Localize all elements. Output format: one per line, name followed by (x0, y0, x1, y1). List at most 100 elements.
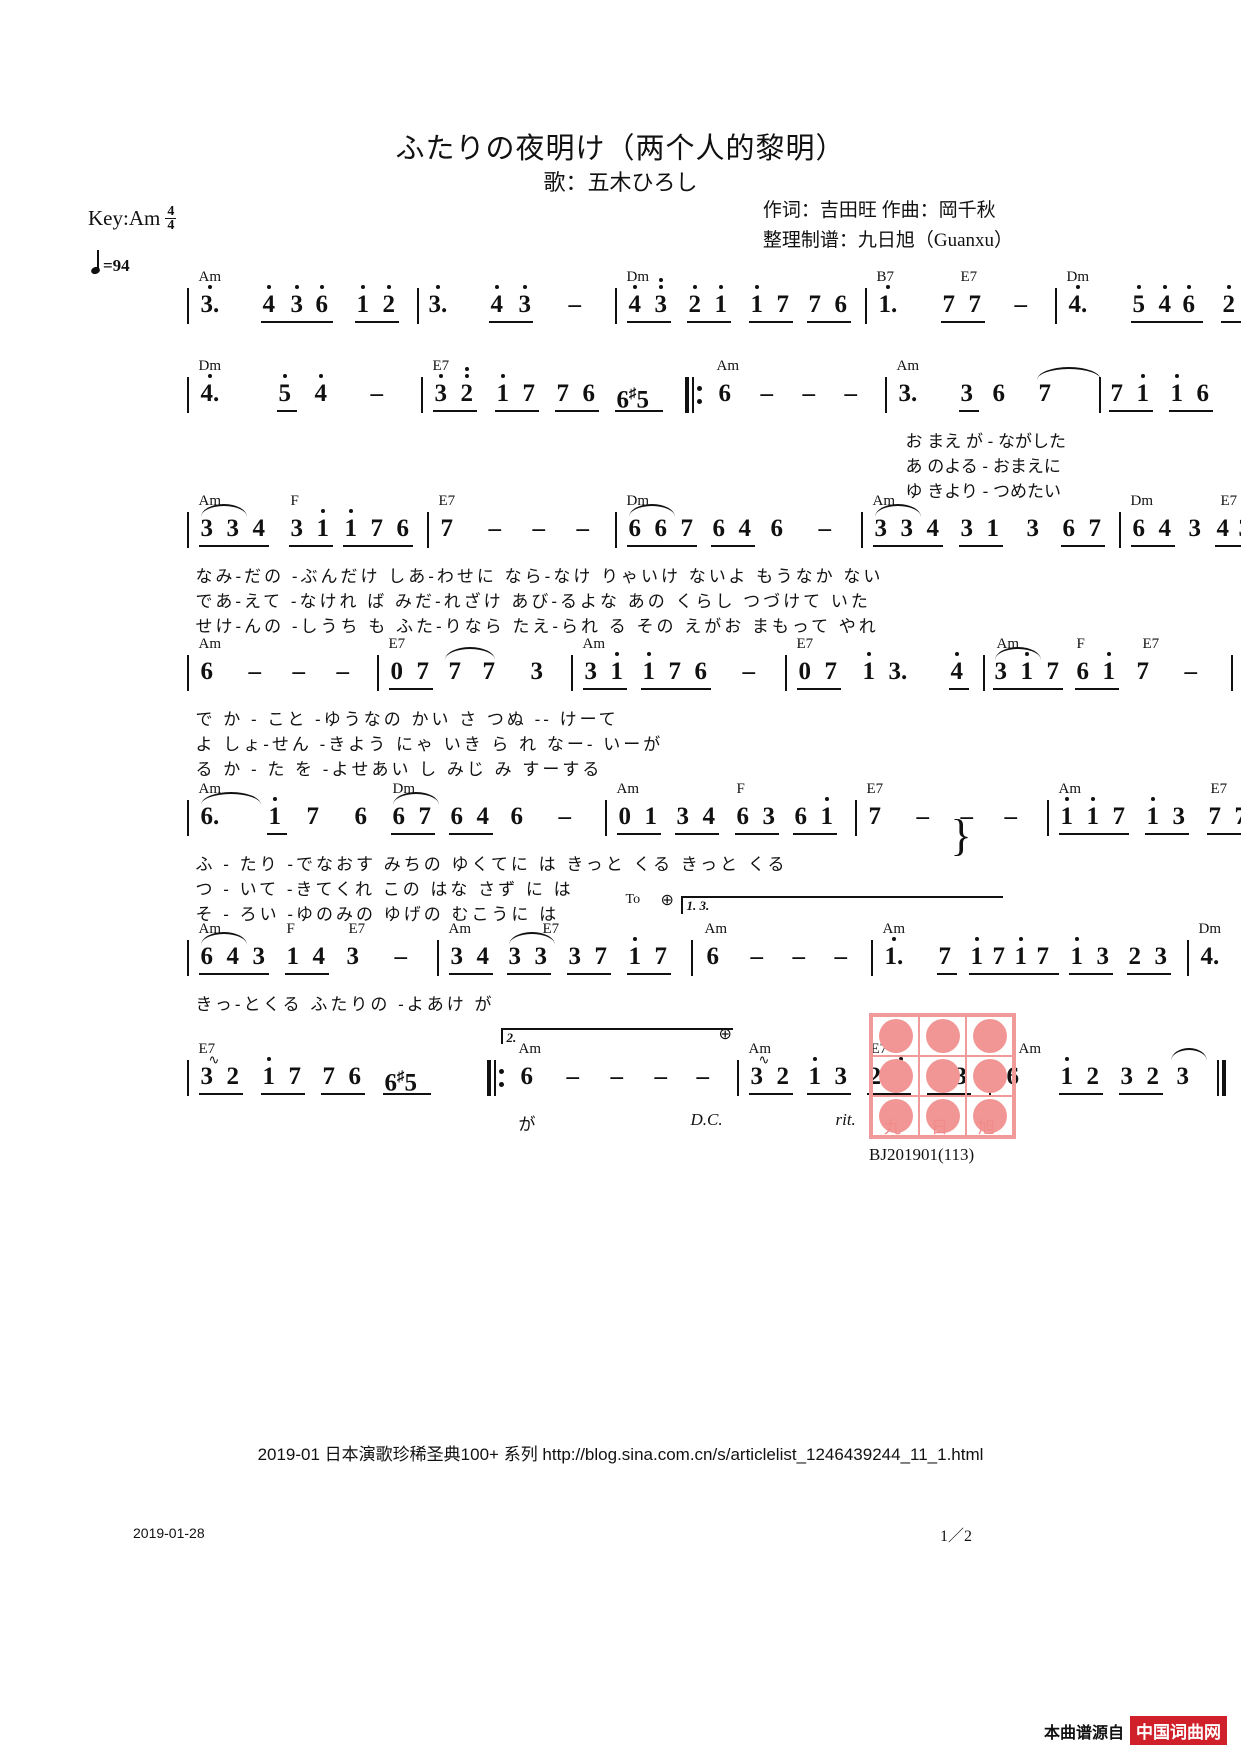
barline (1054, 288, 1057, 324)
chord-symbol: E7 (542, 921, 560, 937)
system-6: To ⊕ 1. 3. To ⊕ Am 6 4 3 F 1 4 E7 3 – Am… (0, 892, 1241, 1015)
chord-symbol: Am (616, 781, 640, 797)
barline (186, 1060, 189, 1096)
seal-cell (919, 1056, 966, 1096)
seal-cell (966, 1056, 1013, 1096)
lyric-row: お まえ が - ながした (171, 427, 1071, 452)
chord-symbol: E7 (388, 636, 406, 652)
system-3: Am 3 3 4 F 3 1 1 7 6 E7 7 – – – Dm 6 6 7 (0, 493, 1241, 637)
credit-lyricist-composer: 作词：吉田旺 作曲：岡千秋 (762, 200, 996, 221)
barline (860, 512, 863, 548)
chord-symbol: Dm (1066, 269, 1090, 285)
system-1: Am 3. 4 3 6 1 2 3. 4 3 – Dm 4 3 2 1 1 7 (0, 269, 1241, 330)
staff-line-6: To ⊕ 1. 3. To ⊕ Am 6 4 3 F 1 4 E7 3 – Am… (171, 892, 1221, 982)
chord-symbol: Dm (1198, 921, 1222, 937)
chord-symbol: E7 (960, 269, 978, 285)
lyric-row: であ-えて -なけれ ば みだ-れざけ あび-るよな あの くらし つづけて い… (171, 587, 1071, 612)
chord-symbol: Am (198, 636, 222, 652)
barline (982, 655, 985, 691)
page-title: ふたりの夜明け（两个人的黎明） (395, 133, 846, 165)
chord-symbol: F (736, 781, 745, 797)
key-signature: Key:Am 4 4 (88, 204, 177, 234)
watermark-site[interactable]: 中国词曲网 (1130, 1716, 1227, 1745)
chord-symbol: B7 (876, 269, 895, 285)
lyric-row: せけ-んの -しうち も ふた-りなら たえ-られ る その えがお まもって … (171, 612, 1071, 637)
barline (420, 377, 423, 413)
barline (1098, 377, 1101, 413)
lyric-text: よ しょ-せん -きよう にゃ いき ら れ なー- いーが (195, 735, 664, 754)
lyric-text: る か - た を -よせあい し みじ み すーする (195, 760, 603, 779)
seal-dot-icon (925, 1019, 960, 1053)
staff-line-5: Am 6. 1 7 6 Dm 6 7 6 4 6 – Am 0 1 3 4 F (171, 781, 1241, 860)
chord-symbol: Am (896, 358, 920, 374)
coda-icon: ⊕ (718, 1026, 732, 1043)
system-2: Dm 4. 5 4 – E7 3 2 1 7 7 6 6♯5 Am 6 – – … (0, 358, 1241, 502)
chord-symbol: Am (704, 921, 728, 937)
barline (690, 940, 693, 976)
chord-symbol: E7 (1142, 636, 1160, 652)
lyric-text: そ - ろい -ゆのみの ゆげの むこうに は (195, 905, 560, 924)
seal-cell (872, 1016, 919, 1056)
credit-arranger: 整理制谱：九日旭（Guanxu） (762, 230, 1013, 251)
lyric-text: あ のよる - おまえに (905, 457, 1061, 476)
staff-line-3: Am 3 3 4 F 3 1 1 7 6 E7 7 – – – Dm 6 6 7 (171, 493, 1241, 554)
chord-symbol: F (290, 493, 299, 509)
chord-symbol: E7 (796, 636, 814, 652)
staff-line-4: Am 6 – – – E7 0 7 7 7 3 Am 3 1 1 7 6 – E (171, 636, 1233, 697)
lyric-text: つ - いて -きてくれ この はな さず に は (195, 880, 574, 899)
lyric-text: が (518, 1115, 536, 1134)
barline (870, 940, 873, 976)
lyrics-block-6: きっ-とくる ふたりの -よあけ が (171, 990, 1071, 1015)
chord-symbol: E7 (438, 493, 456, 509)
barline (864, 288, 867, 324)
seal-cell (872, 1056, 919, 1096)
barline (436, 940, 439, 976)
barline (854, 800, 857, 836)
lyric-text: ゆ きより - つめたい (905, 482, 1062, 501)
barline (614, 512, 617, 548)
barline (736, 1060, 739, 1096)
lyric-text: で か - こと -ゆうなの かい さ つぬ -- けーて (195, 710, 619, 729)
barline (426, 512, 429, 548)
barline (186, 288, 189, 324)
lyric-text: きっ-とくる ふたりの -よあけ が (195, 995, 495, 1014)
chord-symbol: E7 (866, 781, 884, 797)
lyric-text: ふ - たり -でなおす みちの ゆくてに は きっと くる きっと くる (195, 855, 788, 874)
lyric-text: お まえ が - ながした (905, 432, 1067, 451)
lyric-row: で か - こと -ゆうなの かい さ つぬ -- けーて (171, 705, 1071, 730)
footer-page-number: 1／2 (940, 1528, 973, 1545)
credits: 作词：吉田旺 作曲：岡千秋 整理制谱：九日旭（Guanxu） (763, 196, 1013, 256)
time-signature-bottom: 4 (167, 218, 175, 234)
barline (186, 512, 189, 548)
watermark-prefix: 本曲谱源自 (1043, 1724, 1124, 1742)
chord-symbol: E7 (1210, 781, 1228, 797)
barline (186, 800, 189, 836)
chord-symbol: Am (1018, 1041, 1042, 1057)
chord-symbol: E7 (348, 921, 366, 937)
seal-dot-icon (925, 1059, 960, 1093)
seal-char: 日 (931, 1118, 948, 1137)
barline (186, 377, 189, 413)
barline (416, 288, 419, 324)
lyric-row: あ のよる - おまえに (171, 452, 1071, 477)
lyric-row: よ しょ-せん -きよう にゃ いき ら れ なー- いーが (171, 730, 1071, 755)
lyrics-block-2: お まえ が - ながした あ のよる - おまえに ゆ きより - つめたい (171, 427, 1071, 502)
quarter-note-icon (92, 250, 102, 276)
chord-symbol: Am (882, 921, 906, 937)
barline (614, 288, 617, 324)
barline (1186, 940, 1189, 976)
tempo-value: =94 (103, 256, 130, 275)
system-4: Am 6 – – – E7 0 7 7 7 3 Am 3 1 1 7 6 – E (0, 636, 1241, 780)
lyrics-block-3: なみ-だの -ぶんだけ しあ-わせに なら-なけ りゃいけ ないよ もうなか な… (171, 562, 1071, 637)
system-7: 2. ⊕ E7 ∿ 3 2 1 7 7 6 6♯5 Am 6 – – – – A… (0, 1026, 1241, 1135)
chord-symbol: Am (582, 636, 606, 652)
chord-symbol: F (1076, 636, 1085, 652)
chord-symbol: Am (716, 358, 740, 374)
staff-line-2: Dm 4. 5 4 – E7 3 2 1 7 7 6 6♯5 Am 6 – – … (171, 358, 1213, 419)
barline (604, 800, 607, 836)
key-signature-text: Key:Am (88, 206, 161, 231)
time-signature: 4 4 (165, 204, 177, 234)
lyric-text: なみ-だの -ぶんだけ しあ-わせに なら-なけ りゃいけ ないよ もうなか な… (195, 567, 884, 586)
expression-dc: D.C. (690, 1110, 723, 1129)
seal-dot-icon (878, 1059, 913, 1093)
